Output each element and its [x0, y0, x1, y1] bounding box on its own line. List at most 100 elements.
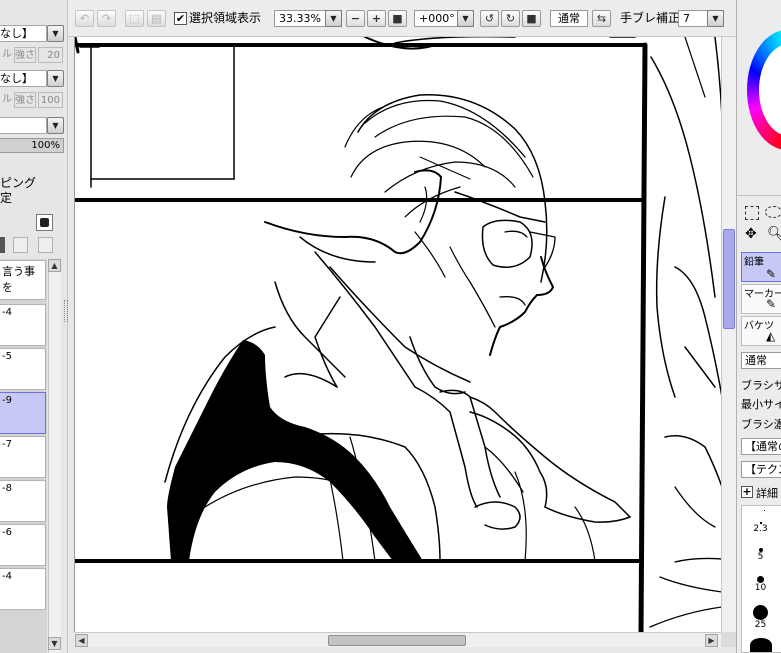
- layer-scrollbar[interactable]: ▲ ▼: [48, 259, 61, 653]
- brush-slot-pencil[interactable]: 鉛筆 ✎: [741, 252, 781, 282]
- horizontal-scroll-thumb[interactable]: [328, 635, 466, 646]
- size-preset[interactable]: 5: [738, 548, 781, 562]
- scroll-down-arrow[interactable]: ▼: [48, 637, 61, 650]
- zoom-value: 33.33%: [279, 12, 321, 25]
- layer-item-selected[interactable]: -9: [0, 392, 46, 434]
- artwork: [75, 37, 721, 632]
- zoom-reset-button[interactable]: ■: [388, 10, 407, 27]
- texture-strength-row: ル 強さ 20: [0, 47, 63, 64]
- effect-strength-row: ル 強さ 100: [0, 92, 63, 109]
- opacity-slider[interactable]: 100%: [0, 138, 64, 153]
- scroll-left-arrow[interactable]: ◀: [75, 634, 88, 647]
- layer-item[interactable]: -7: [0, 436, 46, 478]
- pencil-icon: ✎: [766, 267, 777, 281]
- zoom-out-button[interactable]: −: [346, 10, 365, 27]
- texture-select[interactable]: なし】: [0, 25, 47, 42]
- top-toolbar: ↶ ↷ ⬚ ▤ ✔ 選択領域表示 33.33% ▼ − + ■ +000° ▼ …: [68, 0, 781, 37]
- square-icon: ■: [526, 12, 537, 25]
- redo-button[interactable]: ↷: [97, 10, 116, 27]
- zoom-dropdown-arrow[interactable]: ▼: [325, 10, 342, 27]
- layer-blend-select[interactable]: [0, 117, 47, 134]
- brush-blend-select[interactable]: 通常: [741, 352, 781, 369]
- minus-icon: −: [350, 12, 361, 25]
- rotate-ccw-icon: ↺: [484, 12, 495, 25]
- size-preset[interactable]: 10: [738, 576, 781, 593]
- canvas-vertical-scrollbar[interactable]: [721, 37, 736, 632]
- selection-source-label[interactable]: 定: [0, 191, 12, 208]
- layer-item[interactable]: 言う事を: [0, 260, 46, 300]
- copy-layer-icon[interactable]: [38, 237, 53, 253]
- brush-texture-select[interactable]: 【テクス: [741, 461, 781, 478]
- scroll-corner: [721, 632, 736, 647]
- new-folder-icon[interactable]: [13, 237, 28, 253]
- size-preset[interactable]: 2.3: [738, 522, 781, 534]
- texture-select-value: なし】: [0, 27, 33, 40]
- size-preset[interactable]: [738, 638, 781, 652]
- effect-select[interactable]: なし】: [0, 70, 47, 87]
- layer-name: -7: [2, 439, 12, 450]
- zoom-in-button[interactable]: +: [367, 10, 386, 27]
- advanced-settings-label[interactable]: 詳細: [756, 485, 778, 501]
- size-preset[interactable]: 25: [738, 605, 781, 630]
- layer-item[interactable]: -4: [0, 568, 46, 610]
- rotation-dropdown-arrow[interactable]: ▼: [457, 10, 474, 27]
- layer-item[interactable]: -8: [0, 480, 46, 522]
- texture-dropdown-arrow[interactable]: ▼: [47, 25, 64, 42]
- effect-dropdown-arrow[interactable]: ▼: [47, 70, 64, 87]
- lasso-icon[interactable]: [765, 206, 781, 218]
- right-panel: ✥ 🔍︎ 鉛筆✎ マーカー✎ バケツ◭ 通常 ブラシサイ 最小サイ ブラシ濃 【…: [736, 0, 781, 653]
- rotate-cw-icon: ↻: [505, 12, 516, 25]
- canvas-horizontal-scrollbar[interactable]: ◀ ▶: [74, 632, 721, 647]
- stabilizer-label: 手ブレ補正: [620, 11, 681, 25]
- jacket-fill: [167, 340, 423, 561]
- invert-selection-button[interactable]: ▤: [147, 10, 166, 27]
- brush-size-label: ブラシサイ: [741, 379, 781, 392]
- rotate-reset-button[interactable]: ■: [522, 10, 541, 27]
- layer-mode-toggle[interactable]: [36, 214, 53, 231]
- brush-density-label: ブラシ濃: [741, 418, 781, 431]
- layer-item[interactable]: -6: [0, 524, 46, 566]
- layer-item[interactable]: -4: [0, 304, 46, 346]
- size-preset[interactable]: [742, 510, 781, 511]
- drawing-canvas[interactable]: [74, 37, 721, 632]
- divider: [737, 195, 781, 196]
- show-selection-checkbox[interactable]: ✔: [174, 12, 187, 25]
- vertical-scroll-thumb[interactable]: [723, 229, 735, 329]
- expand-icon[interactable]: +: [741, 486, 753, 498]
- show-selection-label[interactable]: 選択領域表示: [189, 11, 261, 26]
- layer-name: 言う事を: [2, 265, 35, 294]
- marker-icon: ✎: [766, 297, 777, 311]
- rect-select-icon[interactable]: [745, 206, 759, 220]
- brush-shape-select[interactable]: 【通常の: [741, 438, 781, 455]
- deselect-button[interactable]: ⬚: [125, 10, 144, 27]
- size-preset-label: 5: [757, 552, 764, 562]
- layer-name: -9: [2, 395, 12, 406]
- stabilizer-value: 7: [683, 12, 690, 25]
- new-layer-icon[interactable]: [0, 237, 5, 253]
- square-icon: ■: [392, 12, 403, 25]
- view-mode-field[interactable]: 通常: [550, 10, 588, 27]
- brush-texture-value: 【テクス: [745, 463, 781, 476]
- size-preset-label: 25: [754, 620, 767, 630]
- zoom-tool-icon[interactable]: 🔍︎: [767, 226, 781, 242]
- rotate-cw-button[interactable]: ↻: [501, 10, 520, 27]
- rotate-ccw-button[interactable]: ↺: [480, 10, 499, 27]
- panel-resize-grip[interactable]: [64, 300, 68, 322]
- texture-strength-value[interactable]: 20: [38, 47, 63, 63]
- layer-name: -6: [2, 527, 12, 538]
- brush-size-presets: 2.3 5 10 25: [741, 505, 781, 653]
- stabilizer-dropdown-arrow[interactable]: ▼: [707, 10, 724, 27]
- effect-strength-value[interactable]: 100: [38, 92, 63, 108]
- brush-slot-bucket[interactable]: バケツ ◭: [741, 316, 781, 346]
- scroll-up-arrow[interactable]: ▲: [48, 259, 61, 272]
- move-icon[interactable]: ✥: [745, 226, 757, 242]
- undo-button[interactable]: ↶: [75, 10, 94, 27]
- view-mode-value: 通常: [558, 12, 580, 25]
- layer-item[interactable]: -5: [0, 348, 46, 390]
- brush-slot-marker[interactable]: マーカー ✎: [741, 284, 781, 314]
- scroll-right-arrow[interactable]: ▶: [705, 634, 718, 647]
- flip-horizontal-button[interactable]: ⇆: [592, 10, 611, 27]
- size-preset-label: 10: [754, 583, 767, 593]
- blend-dropdown-arrow[interactable]: ▼: [47, 117, 64, 134]
- layer-name: -4: [2, 307, 12, 318]
